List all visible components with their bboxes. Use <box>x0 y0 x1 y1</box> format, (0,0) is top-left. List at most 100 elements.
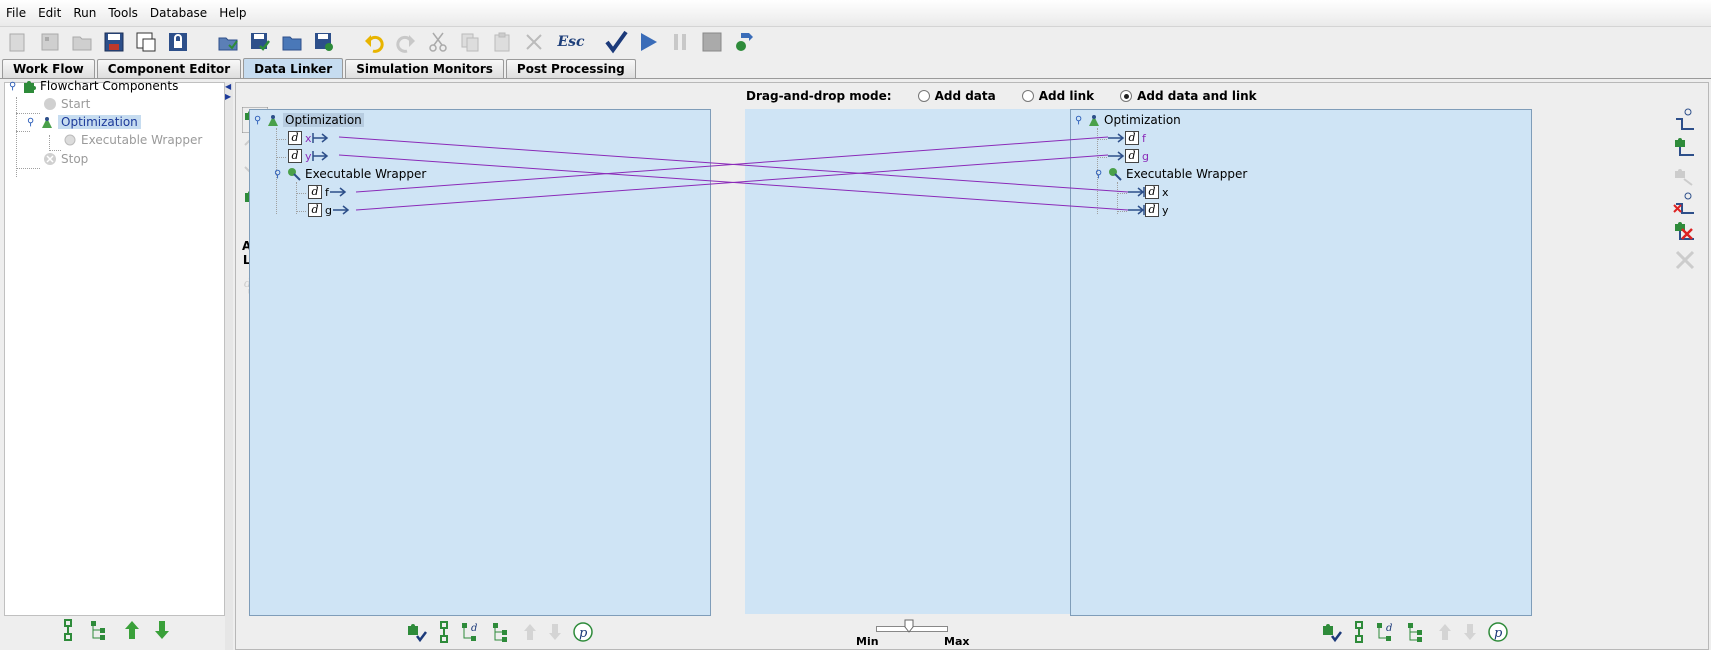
redo-button[interactable] <box>392 28 420 56</box>
escape-button[interactable]: Esc <box>552 28 590 56</box>
chain-icon[interactable] <box>437 621 451 643</box>
menu-tools[interactable]: Tools <box>102 6 144 20</box>
tree-item-executable-wrapper[interactable]: Executable Wrapper <box>63 131 202 149</box>
menu-run[interactable]: Run <box>67 6 102 20</box>
slider-thumb[interactable] <box>904 619 914 633</box>
panel-splitter[interactable]: ◀ ▶ <box>225 82 233 650</box>
save-check-button[interactable] <box>246 28 274 56</box>
source-var-y[interactable]: d y <box>288 147 330 165</box>
expand-toggle-icon[interactable]: ⚲ <box>9 81 21 92</box>
delete-button[interactable] <box>520 28 548 56</box>
folder-button[interactable] <box>278 28 306 56</box>
lock-button[interactable] <box>164 28 192 56</box>
move-down-icon[interactable] <box>153 619 171 641</box>
data-icon: d <box>288 149 302 163</box>
target-optimization-row[interactable]: ⚲ Optimization <box>1075 111 1181 129</box>
collapse-left-icon[interactable]: ◀ <box>225 82 231 91</box>
paste-button[interactable] <box>488 28 516 56</box>
link-in-icon[interactable] <box>1672 107 1698 133</box>
source-var-g[interactable]: d g <box>308 201 350 219</box>
optimization-icon <box>42 117 52 128</box>
tree-expand-icon[interactable] <box>491 621 513 643</box>
run-component-button[interactable] <box>730 28 758 56</box>
link-component-icon[interactable] <box>1672 135 1698 161</box>
expand-toggle-icon[interactable]: ⚲ <box>274 169 286 180</box>
radio-add-data-and-link[interactable]: Add data and link <box>1120 89 1257 103</box>
tree-expand-icon[interactable] <box>89 619 111 641</box>
source-wrapper-row[interactable]: ⚲ Executable Wrapper <box>274 165 426 183</box>
tab-data-linker[interactable]: Data Linker <box>243 58 344 78</box>
expand-toggle-icon[interactable]: ⚲ <box>27 117 39 128</box>
remove-component-link-icon[interactable] <box>1672 219 1698 245</box>
new-button[interactable] <box>4 28 32 56</box>
chain-icon[interactable] <box>1352 621 1366 643</box>
copy-button[interactable] <box>456 28 484 56</box>
svg-text:d: d <box>471 623 477 634</box>
validate-button[interactable] <box>602 28 630 56</box>
parameter-icon[interactable]: p <box>1487 621 1509 643</box>
menu-file[interactable]: File <box>0 6 32 20</box>
export-button[interactable] <box>214 28 242 56</box>
target-data-pane: ⚲ Optimization d f d g ⚲ Executable Wrap… <box>1070 109 1532 616</box>
tree-expand-icon[interactable] <box>1406 621 1428 643</box>
save-as-button[interactable] <box>132 28 160 56</box>
output-arrow-icon <box>311 151 328 161</box>
move-down-icon[interactable] <box>547 621 563 643</box>
add-component-icon[interactable] <box>1321 621 1343 643</box>
zoom-slider[interactable]: Min Max <box>856 619 976 649</box>
run-button[interactable] <box>634 28 662 56</box>
target-var-g[interactable]: d g <box>1107 147 1149 165</box>
parameter-icon[interactable]: p <box>572 621 594 643</box>
menu-edit[interactable]: Edit <box>32 6 67 20</box>
target-var-f[interactable]: d f <box>1107 129 1146 147</box>
data-icon: d <box>1125 131 1139 145</box>
target-var-y[interactable]: d y <box>1127 201 1169 219</box>
stop-button[interactable] <box>698 28 726 56</box>
radio-add-data[interactable]: Add data <box>917 89 996 103</box>
save-component-button[interactable] <box>310 28 338 56</box>
undo-button[interactable] <box>360 28 388 56</box>
expand-toggle-icon[interactable]: ⚲ <box>254 115 266 126</box>
collapse-right-icon[interactable]: ▶ <box>225 92 231 101</box>
add-component-icon[interactable] <box>406 621 428 643</box>
wrapper-icon <box>1109 168 1122 181</box>
expand-toggle-icon[interactable]: ⚲ <box>1095 169 1107 180</box>
open-button[interactable] <box>68 28 96 56</box>
link-disabled-icon[interactable] <box>1672 163 1698 189</box>
move-up-icon[interactable] <box>1437 621 1453 643</box>
save-as-icon <box>136 32 156 52</box>
tree-item-optimization[interactable]: ⚲ Optimization <box>27 113 141 131</box>
remove-all-links-icon[interactable] <box>1672 247 1698 273</box>
tree-data-icon[interactable]: d <box>460 621 482 643</box>
cut-button[interactable] <box>424 28 452 56</box>
menu-help[interactable]: Help <box>213 6 252 20</box>
expand-toggle-icon[interactable]: ⚲ <box>1075 115 1087 126</box>
target-var-x[interactable]: d x <box>1127 183 1169 201</box>
tree-item-start[interactable]: Start <box>43 95 90 113</box>
tab-component-editor[interactable]: Component Editor <box>96 59 242 78</box>
menu-database[interactable]: Database <box>144 6 213 20</box>
radio-add-link[interactable]: Add link <box>1021 89 1094 103</box>
source-var-f[interactable]: d f <box>308 183 347 201</box>
source-optimization-row[interactable]: ⚲ Optimization <box>254 111 364 129</box>
tree-root-row[interactable]: ⚲ Flowchart Components <box>9 77 178 95</box>
pause-button[interactable] <box>666 28 694 56</box>
remove-link-icon[interactable] <box>1672 191 1698 217</box>
right-link-tools <box>1672 107 1702 273</box>
chain-icon[interactable] <box>59 619 77 641</box>
move-up-icon[interactable] <box>123 619 141 641</box>
puzzle-icon <box>24 81 36 93</box>
move-up-icon[interactable] <box>522 621 538 643</box>
tab-post-processing[interactable]: Post Processing <box>505 59 636 78</box>
source-var-x[interactable]: d x <box>288 129 330 147</box>
move-down-icon[interactable] <box>1462 621 1478 643</box>
tree-item-stop[interactable]: Stop <box>43 150 88 168</box>
tab-work-flow[interactable]: Work Flow <box>2 59 95 78</box>
tree-data-icon[interactable]: d <box>1375 621 1397 643</box>
target-wrapper-row[interactable]: ⚲ Executable Wrapper <box>1095 165 1247 183</box>
tab-simulation-monitors[interactable]: Simulation Monitors <box>345 59 504 78</box>
new-icon <box>9 33 25 52</box>
save-button[interactable] <box>100 28 128 56</box>
drag-drop-mode-label: Drag-and-drop mode: <box>746 89 892 103</box>
component-button[interactable] <box>36 28 64 56</box>
